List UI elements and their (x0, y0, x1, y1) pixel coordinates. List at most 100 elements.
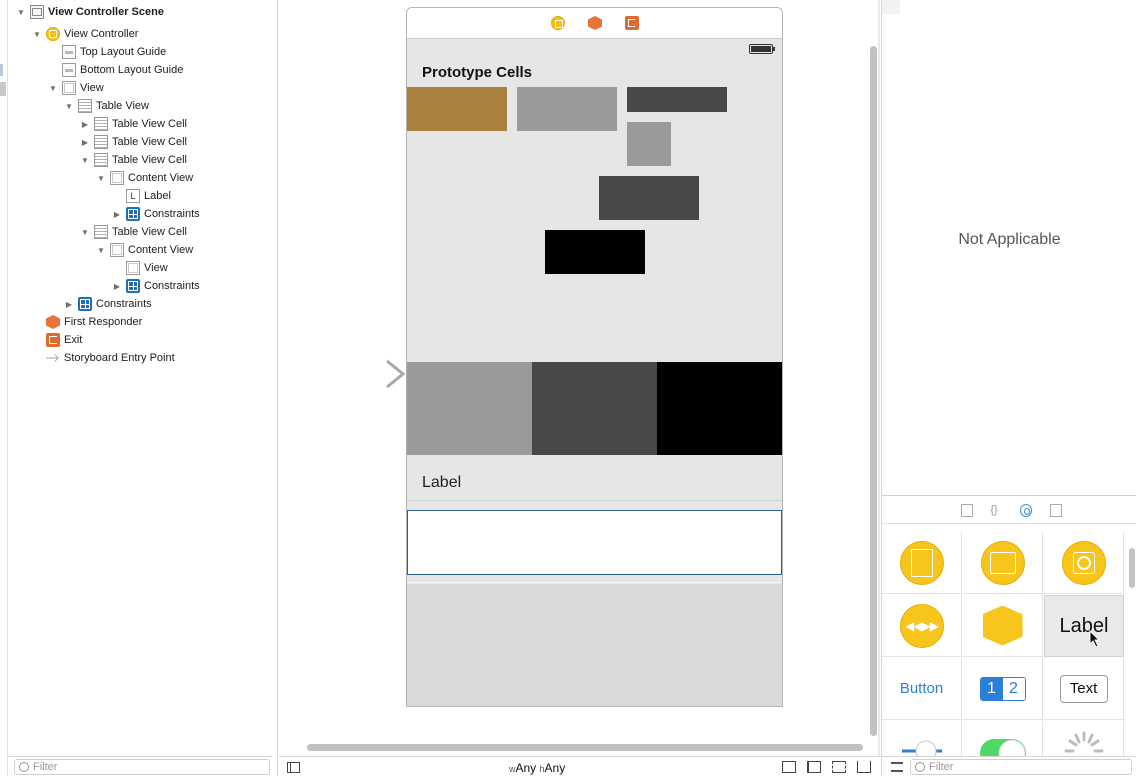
library-item-text-field[interactable]: Text (1044, 658, 1124, 720)
library-item-storyboard-reference[interactable] (963, 532, 1043, 594)
outline-item-content-view[interactable]: ▼ Content View (96, 241, 193, 259)
disclosure-expanded-icon[interactable]: ▼ (96, 245, 106, 255)
library-item-label[interactable]: Label (1044, 595, 1124, 657)
disclosure-collapsed-icon[interactable]: ▶ (112, 209, 122, 219)
outline-item-constraints[interactable]: ▶ Constraints (64, 295, 152, 313)
label-table-cell[interactable]: Label (407, 456, 782, 501)
light-gray-segment[interactable] (407, 362, 532, 455)
size-class-selector[interactable]: wAny hAny (509, 761, 565, 775)
navigator-marker (0, 82, 6, 96)
outline-item-constraints[interactable]: ▶ Constraints (112, 277, 200, 295)
pin-icon[interactable] (832, 761, 846, 773)
file-template-icon[interactable] (961, 504, 973, 517)
view-controller-icon (899, 540, 944, 585)
list-view-toggle-icon[interactable] (891, 762, 903, 772)
canvas-vertical-scrollbar[interactable] (870, 46, 877, 736)
resolve-autolayout-icon[interactable] (857, 761, 871, 773)
prototype-cells-header: Prototype Cells (422, 64, 533, 81)
view-controller-icon[interactable] (551, 16, 565, 30)
outline-item-table-view-cell[interactable]: ▼ Table View Cell (80, 223, 187, 241)
table-view-cell-icon (94, 117, 108, 131)
outline-item-label: Constraints (144, 280, 200, 292)
black-view-block[interactable] (545, 230, 645, 274)
library-item-object[interactable] (963, 595, 1043, 657)
color-strip-cell[interactable] (407, 362, 782, 455)
stack-icon[interactable] (782, 761, 796, 773)
library-item-activity-indicator[interactable] (1044, 721, 1124, 756)
table-view-icon (78, 99, 92, 113)
disclosure-expanded-icon[interactable]: ▼ (96, 173, 106, 183)
black-segment[interactable] (657, 362, 782, 455)
canvas-horizontal-scrollbar[interactable] (307, 744, 863, 751)
outline-item-table-view-cell[interactable]: ▼ Table View Cell (80, 151, 187, 169)
outline-item-constraints[interactable]: ▶ Constraints (112, 205, 200, 223)
align-icon[interactable] (807, 761, 821, 773)
cell-label[interactable]: Label (422, 474, 461, 492)
disclosure-expanded-icon[interactable]: ▼ (80, 227, 90, 237)
outline-item-view[interactable]: View (112, 259, 168, 277)
disclosure-collapsed-icon[interactable]: ▶ (80, 137, 90, 147)
library-item-navigation-controller[interactable] (1044, 532, 1124, 594)
outline-item-exit[interactable]: Exit (32, 331, 82, 349)
switch-icon (979, 739, 1026, 756)
constraints-icon (126, 279, 140, 293)
outline-item-view[interactable]: ▼ View (48, 79, 104, 97)
library-item-segmented-control[interactable]: 1 2 (963, 658, 1043, 720)
disclosure-expanded-icon[interactable]: ▼ (64, 101, 74, 111)
library-filter-input[interactable]: Filter (910, 759, 1132, 775)
dark-gray-view-block[interactable] (599, 176, 699, 220)
outline-item-content-view[interactable]: ▼ Content View (96, 169, 193, 187)
first-responder-icon[interactable] (588, 16, 602, 30)
canvas-bottom-bar: wAny hAny (279, 756, 880, 776)
exit-icon (46, 333, 60, 347)
gold-view-block[interactable] (407, 87, 507, 131)
outline-item-table-view[interactable]: ▼ Table View (64, 97, 149, 115)
outline-item-label: Top Layout Guide (80, 46, 167, 58)
library-item-switch[interactable] (963, 721, 1043, 756)
object-library-icon[interactable] (1020, 504, 1032, 517)
outline-item-table-view-cell[interactable]: ▶ Table View Cell (80, 133, 187, 151)
outline-item-label: Constraints (96, 298, 152, 310)
constraints-icon (126, 207, 140, 221)
outline-item-top-layout-guide[interactable]: Top Layout Guide (48, 43, 166, 61)
toggle-outline-icon[interactable] (287, 762, 300, 773)
constraints-icon (78, 297, 92, 311)
outline-item-bottom-layout-guide[interactable]: Bottom Layout Guide (48, 61, 183, 79)
media-library-icon[interactable] (1050, 504, 1062, 517)
outline-item-storyboard-entry-point[interactable]: Storyboard Entry Point (32, 349, 175, 367)
disclosure-expanded-icon[interactable]: ▼ (48, 83, 58, 93)
filter-placeholder: Filter (33, 760, 58, 773)
disclosure-collapsed-icon[interactable]: ▶ (80, 119, 90, 129)
table-empty-area (407, 584, 782, 706)
library-item-slider[interactable] (882, 721, 962, 756)
storyboard-entry-arrow[interactable] (315, 359, 407, 389)
storyboard-canvas[interactable]: Prototype Cells Label (279, 0, 880, 756)
outline-item-label[interactable]: L Label (112, 187, 171, 205)
library-item-view-controller[interactable] (882, 532, 962, 594)
code-snippet-icon[interactable]: {} (988, 504, 1000, 517)
library-scrollbar[interactable] (1129, 548, 1135, 588)
outline-filter-input[interactable]: Filter (14, 758, 270, 775)
light-gray-square-block[interactable] (627, 122, 671, 166)
disclosure-expanded-icon[interactable]: ▼ (32, 29, 42, 39)
selected-table-cell[interactable] (407, 510, 782, 575)
library-filter-bar: Filter (881, 756, 1136, 776)
library-item-av-player[interactable]: ◀◀▶▶ (882, 595, 962, 657)
disclosure-expanded-icon[interactable]: ▼ (16, 7, 26, 17)
dark-gray-segment[interactable] (532, 362, 657, 455)
outline-item-view-controller[interactable]: ▼ View Controller (32, 25, 138, 43)
light-gray-view-block[interactable] (517, 87, 617, 131)
outline-item-label: Bottom Layout Guide (80, 64, 184, 76)
outline-item-view-controller-scene[interactable]: ▼ View Controller Scene (16, 3, 164, 21)
outline-item-label: View (144, 262, 168, 274)
disclosure-collapsed-icon[interactable]: ▶ (112, 281, 122, 291)
disclosure-expanded-icon[interactable]: ▼ (80, 155, 90, 165)
library-item-button[interactable]: Button (882, 658, 962, 720)
outline-item-label: Constraints (144, 208, 200, 220)
view-controller-scene[interactable]: Prototype Cells Label (406, 7, 783, 707)
disclosure-collapsed-icon[interactable]: ▶ (64, 299, 74, 309)
dark-gray-view-block[interactable] (627, 87, 727, 112)
exit-icon[interactable] (625, 16, 639, 30)
outline-item-first-responder[interactable]: First Responder (32, 313, 142, 331)
outline-item-table-view-cell[interactable]: ▶ Table View Cell (80, 115, 187, 133)
